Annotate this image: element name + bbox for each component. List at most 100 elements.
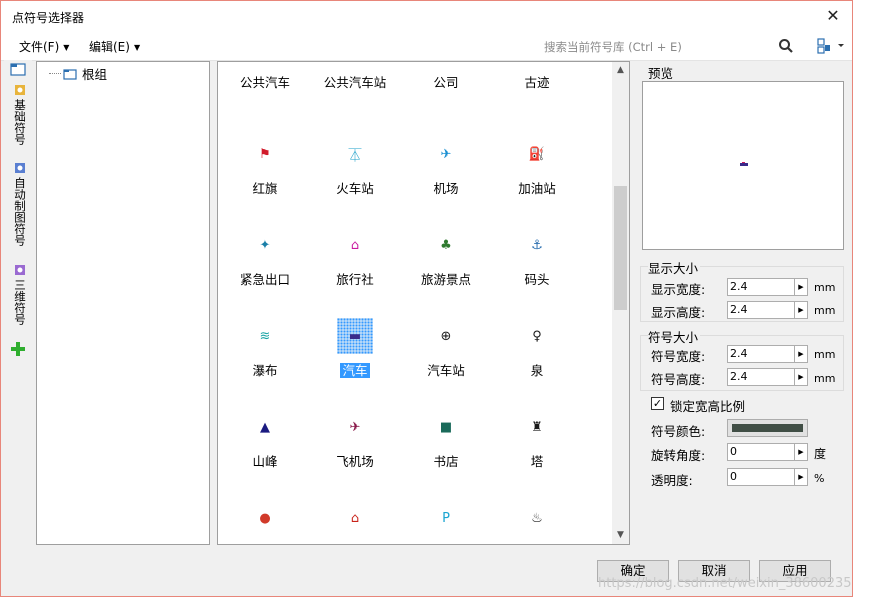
symbol-icon: ⌂ xyxy=(350,237,360,253)
symbol-cell[interactable]: 公共汽车站 xyxy=(310,62,400,92)
symbol-icon: ✦ xyxy=(259,237,271,253)
symbol-cell[interactable]: ♣ 旅游景点 xyxy=(401,213,491,304)
search-placeholder: 搜索当前符号库 (Ctrl + E) xyxy=(544,40,682,54)
symbol-label: 书店 xyxy=(433,454,459,469)
symbol-label: 体育场馆 xyxy=(220,542,310,544)
symbol-cell[interactable]: ≋ 瀑布 xyxy=(220,304,310,395)
symbol-cell[interactable]: ♀ 泉 xyxy=(492,304,582,395)
symbol-icon: ⛽ xyxy=(528,146,546,162)
spin-arrow-icon[interactable]: ▶ xyxy=(794,279,807,295)
close-icon[interactable]: ✕ xyxy=(822,5,844,27)
folder-icon xyxy=(63,68,77,80)
symbol-icon: ≋ xyxy=(259,328,271,344)
scroll-down-icon[interactable]: ▼ xyxy=(612,527,629,544)
symbol-label: 加油站 xyxy=(518,181,556,196)
symbol-cell[interactable]: ♜ 塔 xyxy=(492,395,582,486)
tab-basic-symbols[interactable]: 基础符号 xyxy=(10,84,28,145)
symbol-cell[interactable]: ✈ 机场 xyxy=(401,122,491,213)
symbol-height-stepper[interactable]: 2.4 ▶ xyxy=(727,368,808,386)
symbol-width-unit: mm xyxy=(814,348,836,361)
spin-arrow-icon[interactable]: ▶ xyxy=(794,369,807,385)
symbol-label: 红旗 xyxy=(252,181,278,196)
library-tabs: 基础符号 自动制图符号 三维符号 xyxy=(4,60,32,550)
symbol-label: 汽车 xyxy=(310,360,400,379)
symbol-cell[interactable]: ▲ 山峰 xyxy=(220,395,310,486)
tab-auto-mapping-symbols[interactable]: 自动制图符号 xyxy=(10,162,28,246)
symbol-label: 旅游景点 xyxy=(420,272,471,287)
car-icon xyxy=(740,162,748,166)
tab-3d-symbols[interactable]: 三维符号 xyxy=(10,264,28,325)
display-width-label: 显示宽度: xyxy=(651,282,706,297)
symbol-cell[interactable]: ⊕ 汽车站 xyxy=(401,304,491,395)
lock-ratio-label: 锁定宽高比例 xyxy=(670,399,746,414)
symbol-cell[interactable]: P 停车场 xyxy=(401,486,491,544)
display-size-title: 显示大小 xyxy=(648,258,701,277)
symbol-cell[interactable]: ⌂亭 xyxy=(310,486,400,544)
symbol-cell[interactable]: ⛽ 加油站 xyxy=(492,122,582,213)
symbol-cell[interactable]: ● 体育场馆 xyxy=(220,486,310,544)
symbol-color-picker[interactable] xyxy=(727,419,808,437)
symbol-cell[interactable]: 公共汽车 xyxy=(220,62,310,92)
symbol-label: 旅行社 xyxy=(336,272,374,287)
rotation-label: 旋转角度: xyxy=(651,448,706,463)
symbol-size-title: 符号大小 xyxy=(648,327,701,346)
window-title: 点符号选择器 xyxy=(12,11,85,25)
rotation-stepper[interactable]: 0 ▶ xyxy=(727,443,808,461)
lock-ratio-checkbox[interactable]: ✓ xyxy=(651,397,664,410)
add-icon[interactable] xyxy=(11,342,25,356)
symbol-cell[interactable]: ▬ 汽车 xyxy=(310,304,400,395)
spin-arrow-icon[interactable]: ▶ xyxy=(794,444,807,460)
symbol-icon: P xyxy=(442,510,450,526)
tree-connector xyxy=(49,73,61,74)
symbol-label: 公共汽车 xyxy=(239,75,290,90)
symbol-cell[interactable]: 公司 xyxy=(401,62,491,92)
spin-arrow-icon[interactable]: ▶ xyxy=(794,346,807,362)
symbol-label: 泉 xyxy=(530,363,544,378)
folder-icon[interactable] xyxy=(10,62,26,76)
display-width-value: 2.4 xyxy=(730,280,748,293)
rotation-value: 0 xyxy=(730,445,737,458)
symbol-cell[interactable]: ⚓ 码头 xyxy=(492,213,582,304)
symbol-label: 码头 xyxy=(524,272,550,287)
opacity-unit: % xyxy=(814,472,825,485)
symbol-cell[interactable]: 古迹 xyxy=(492,62,582,92)
tab-label: 三维符号 xyxy=(13,279,27,325)
vertical-scrollbar[interactable]: ▲ ▼ xyxy=(612,62,629,544)
display-height-label: 显示高度: xyxy=(651,305,706,320)
symbol-cell[interactable]: ⚑ 红旗 xyxy=(220,122,310,213)
menu-edit[interactable]: 编辑(E) ▼ xyxy=(89,38,140,55)
display-height-unit: mm xyxy=(814,304,836,317)
symbol-cell[interactable]: ♨ 温泉 xyxy=(492,486,582,544)
spin-arrow-icon[interactable]: ▶ xyxy=(794,469,807,485)
scroll-up-icon[interactable]: ▲ xyxy=(612,62,629,79)
symbol-cell[interactable]: ⏄ 火车站 xyxy=(310,122,400,213)
opacity-stepper[interactable]: 0 ▶ xyxy=(727,468,808,486)
view-mode-icon[interactable] xyxy=(815,36,847,56)
tree-node-root[interactable]: 根组 xyxy=(49,64,107,83)
spin-arrow-icon[interactable]: ▶ xyxy=(794,302,807,318)
symbol-icon: ⏄ xyxy=(348,148,362,164)
preview-label: 预览 xyxy=(648,66,674,81)
symbol-cell[interactable]: ✈ 飞机场 xyxy=(310,395,400,486)
symbol-cell[interactable]: ✦ 紧急出口 xyxy=(220,213,310,304)
display-height-stepper[interactable]: 2.4 ▶ xyxy=(727,301,808,319)
search-input[interactable]: 搜索当前符号库 (Ctrl + E) xyxy=(538,35,802,57)
symbol-height-value: 2.4 xyxy=(730,370,748,383)
symbol-icon: ♣ xyxy=(440,237,452,253)
display-width-stepper[interactable]: 2.4 ▶ xyxy=(727,278,808,296)
tab-label: 基础符号 xyxy=(13,99,27,145)
menu-file[interactable]: 文件(F) ▼ xyxy=(19,38,69,55)
symbol-icon: ⚑ xyxy=(259,146,271,162)
symbol-cell[interactable]: ■ 书店 xyxy=(401,395,491,486)
symbol-label: 停车场 xyxy=(401,542,491,544)
symbol-width-stepper[interactable]: 2.4 ▶ xyxy=(727,345,808,363)
symbol-cell[interactable]: ⌂ 旅行社 xyxy=(310,213,400,304)
watermark: https://blog.csdn.net/weixin_38600235 xyxy=(598,576,852,591)
chevron-down-icon: ▼ xyxy=(63,43,70,52)
scroll-thumb[interactable] xyxy=(614,186,627,310)
symbol-icon: ⊕ xyxy=(440,328,452,344)
library-icon xyxy=(15,162,28,174)
color-swatch xyxy=(732,424,803,432)
display-width-unit: mm xyxy=(814,281,836,294)
search-icon[interactable] xyxy=(778,38,794,54)
